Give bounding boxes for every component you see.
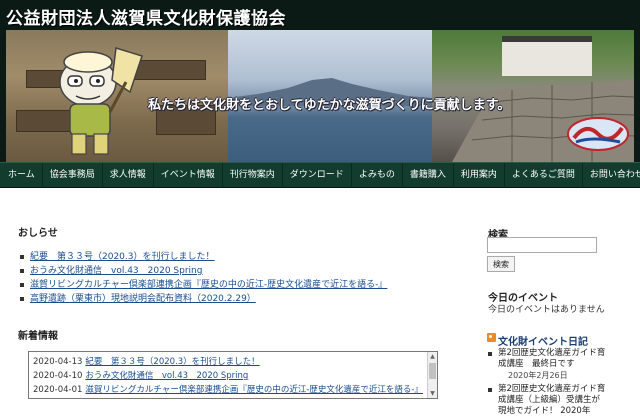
header-tagline: 私たちは文化財をとおしてゆたかな滋賀づくりに貢献します。 [148, 98, 511, 113]
today-events-empty-text: 今日のイベントはありません [488, 305, 605, 315]
nav-item-events[interactable]: イベント情報 [154, 163, 223, 188]
site-title[interactable]: 公益財団法人滋賀県文化財保護協会 [6, 4, 286, 30]
nav-item-reading[interactable]: よみもの [352, 163, 403, 188]
search-input[interactable] [487, 237, 597, 253]
news-link[interactable]: 滋賀リビングカルチャー倶楽部連携企画『歴史の中の近江-歴史文化遺産で近江を語る-… [30, 280, 387, 290]
search-button[interactable]: 検索 [487, 256, 515, 272]
site-header: 公益財団法人滋賀県文化財保護協会 私たちは文化財をとおしてゆたかな滋賀づくりに貢… [0, 0, 640, 162]
list-item[interactable]: 第2回歴史文化遺産ガイド育成講座 最終日です 2020年2月26日 [488, 348, 606, 381]
latest-row: 2020-04-01 滋賀リビングカルチャー倶楽部連携企画『歴史の中の近江-歴史文… [33, 383, 425, 397]
news-link[interactable]: 高野遺跡（栗東市）現地説明会配布資料（2020.2.29） [30, 294, 256, 304]
latest-date: 2020-04-13 [33, 357, 83, 367]
news-list: 紀要 第３３号（2020.3）を刊行しました！ おうみ文化財通信 vol.43 … [20, 250, 450, 306]
diary-entry-title[interactable]: 第2回歴史文化遺産ガイド育成講座 最終日です [498, 348, 605, 369]
list-item: 滋賀リビングカルチャー倶楽部連携企画『歴史の中の近江-歴史文化遺産で近江を語る-… [20, 278, 450, 292]
main-content: おしらせ 紀要 第３３号（2020.3）を刊行しました！ おうみ文化財通信 vo… [0, 188, 640, 420]
list-item: 高野遺跡（栗東市）現地説明会配布資料（2020.2.29） [20, 292, 450, 306]
nav-item-jobs[interactable]: 求人情報 [103, 163, 154, 188]
event-diary-list: 第2回歴史文化遺産ガイド育成講座 最終日です 2020年2月26日 第2回歴史文… [488, 348, 606, 420]
castle-tower [502, 36, 592, 76]
scrollbar-thumb[interactable] [429, 363, 436, 379]
latest-row: 2020-04-10 おうみ文化財通信 vol.43 2020 Spring [33, 369, 425, 383]
latest-date: 2020-04-01 [33, 385, 83, 395]
latest-link[interactable]: おうみ文化財通信 vol.43 2020 Spring [85, 371, 248, 381]
list-item: 紀要 第３３号（2020.3）を刊行しました！ [20, 250, 450, 264]
event-diary-heading[interactable]: 文化財イベント日記 [498, 333, 588, 348]
rss-feed-icon[interactable] [487, 333, 496, 342]
latest-rows: 2020-04-13 紀要 第３３号（2020.3）を刊行しました！ 2020-0… [33, 355, 425, 397]
nav-item-book-purchase[interactable]: 書籍購入 [403, 163, 454, 188]
diary-entry-title[interactable]: 第2回歴史文化遺産ガイド育成講座（上級編）受講生が現地でガイド！ 2020年 [498, 384, 605, 416]
association-logo-icon [567, 117, 629, 151]
main-navigation: ホーム 協会事務局 求人情報 イベント情報 刊行物案内 ダウンロード よみもの … [0, 162, 640, 188]
header-banner: 私たちは文化財をとおしてゆたかな滋賀づくりに貢献します。 [6, 30, 634, 162]
news-link[interactable]: 紀要 第３３号（2020.3）を刊行しました！ [30, 252, 215, 262]
scroll-down-arrow-icon[interactable]: ▼ [428, 389, 437, 398]
scroll-up-arrow-icon[interactable]: ▲ [428, 352, 437, 361]
latest-heading: 新着情報 [18, 331, 58, 342]
news-heading: おしらせ [18, 228, 58, 239]
latest-link[interactable]: 紀要 第３３号（2020.3）を刊行しました！ [85, 357, 259, 367]
nav-item-faq[interactable]: よくあるご質問 [505, 163, 583, 188]
news-link[interactable]: おうみ文化財通信 vol.43 2020 Spring [30, 266, 202, 276]
latest-date: 2020-04-10 [33, 371, 83, 381]
nav-item-office[interactable]: 協会事務局 [43, 163, 103, 188]
nav-item-usage-guide[interactable]: 利用案内 [454, 163, 505, 188]
latest-row: 2020-04-13 紀要 第３３号（2020.3）を刊行しました！ [33, 355, 425, 369]
list-item: おうみ文化財通信 vol.43 2020 Spring [20, 264, 450, 278]
latest-scroll-box[interactable]: 2020-04-13 紀要 第３３号（2020.3）を刊行しました！ 2020-0… [28, 351, 438, 399]
diary-entry-date: 2020年2月26日 [508, 371, 568, 380]
nav-item-publications[interactable]: 刊行物案内 [223, 163, 283, 188]
nav-item-home[interactable]: ホーム [0, 163, 43, 188]
latest-link[interactable]: 滋賀リビングカルチャー倶楽部連携企画『歴史の中の近江-歴史文化遺産で近江を語る-… [85, 385, 423, 395]
list-item[interactable]: 第2回歴史文化遺産ガイド育成講座（上級編）受講生が現地でガイド！ 2020年 [488, 384, 606, 417]
nav-item-download[interactable]: ダウンロード [283, 163, 352, 188]
nav-item-contact[interactable]: お問い合わせ [583, 163, 640, 188]
latest-scrollbar[interactable]: ▲ ▼ [427, 352, 437, 398]
